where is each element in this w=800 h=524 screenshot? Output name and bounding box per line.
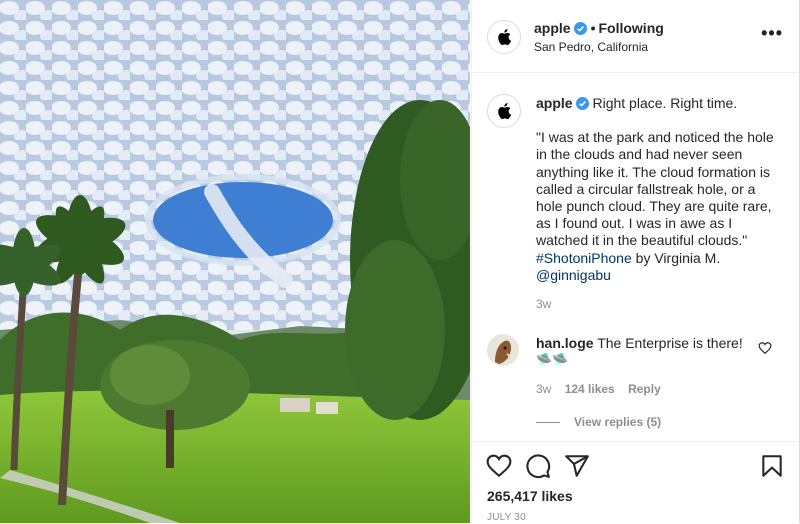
replies-divider [536,422,560,424]
view-replies-label: View replies (5) [574,415,662,429]
comment: han.loge The Enterprise is there! [536,335,756,352]
separator-dot: • [590,20,596,36]
caption-credit: by Virginia M. [635,249,721,266]
post-location[interactable]: San Pedro, California [534,40,648,54]
comment-icon[interactable] [525,453,551,479]
post-header: apple • Following San Pedro, California ••… [472,0,799,73]
comment-text: The Enterprise is there! [597,335,743,351]
post-panel: apple • Following San Pedro, California ••… [471,0,800,523]
reply-button[interactable]: Reply [628,382,661,396]
bookmark-icon[interactable] [759,453,785,479]
post-actions: 265,417 likes JULY 30 [472,441,799,524]
heart-icon[interactable] [486,453,512,479]
author-line: apple • Following [534,20,664,36]
commenter-username[interactable]: han.loge [536,335,594,351]
apple-logo-icon [498,103,511,119]
comment-emoji: 🛸🛸 [536,352,569,367]
caption-avatar[interactable] [487,94,521,128]
caption-username[interactable]: apple [536,95,573,111]
view-replies-button[interactable]: View replies (5) [536,415,661,429]
apple-logo-icon [498,29,511,45]
verified-badge-icon [575,97,589,110]
following-button[interactable]: Following [598,20,663,36]
mention-link[interactable]: @ginnigabu [536,267,611,283]
comment-meta: 3w 124 likes Reply [536,382,671,396]
hashtag-link[interactable]: #ShotoniPhone [536,250,632,266]
verified-badge-icon [573,22,587,35]
paper-plane-icon[interactable] [564,453,590,479]
caption-body: "I was at the park and noticed the hole … [536,129,774,249]
more-options-icon[interactable]: ••• [761,24,783,42]
post-image [0,0,470,523]
author-username[interactable]: apple [534,20,571,36]
post-photo[interactable] [0,0,470,523]
comment-like-heart-icon[interactable] [758,341,772,355]
post-caption: apple Right place. Right time. "I was at… [536,95,776,284]
caption-time[interactable]: 3w [536,297,551,311]
author-avatar[interactable] [487,20,521,54]
commenter-avatar[interactable] [487,334,519,366]
caption-headline: Right place. Right time. [592,95,738,111]
comment-likes[interactable]: 124 likes [565,382,615,396]
likes-count[interactable]: 265,417 likes [487,488,573,504]
post-date[interactable]: JULY 30 [487,512,526,523]
comment-time[interactable]: 3w [536,382,551,396]
